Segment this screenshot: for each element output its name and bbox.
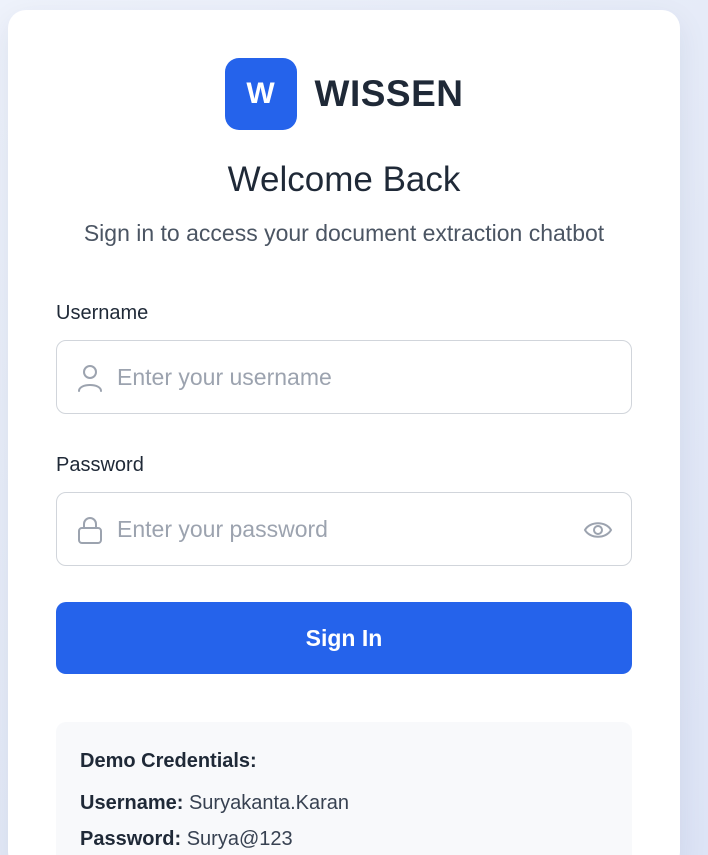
logo-letter: W	[246, 77, 275, 110]
sign-in-button[interactable]: Sign In	[56, 602, 632, 674]
brand-name: WISSEN	[314, 73, 464, 114]
demo-username-value: Suryakanta.Karan	[188, 792, 350, 814]
username-input[interactable]	[117, 353, 557, 401]
demo-password: Password: Surya@123	[80, 828, 293, 851]
user-icon	[78, 365, 102, 392]
demo-username: Username: Suryakanta.Karan	[80, 792, 349, 815]
lock-icon	[78, 517, 102, 544]
password-field[interactable]	[56, 492, 632, 566]
username-label: Username	[56, 302, 149, 324]
username-field[interactable]	[56, 340, 632, 414]
page-subtitle: Sign in to access your document extracti…	[83, 220, 605, 246]
password-input[interactable]	[117, 505, 557, 553]
password-label: Password	[56, 454, 144, 476]
demo-username-label: Username:	[80, 792, 184, 814]
demo-password-label: Password:	[80, 828, 182, 850]
demo-credentials-panel: Demo Credentials: Username: Suryakanta.K…	[56, 722, 632, 855]
login-card: W WISSEN Welcome Back Sign in to access …	[8, 10, 680, 855]
page-title: Welcome Back	[227, 160, 461, 199]
demo-title: Demo Credentials:	[80, 750, 257, 772]
eye-icon[interactable]	[583, 517, 613, 543]
brand: W WISSEN	[8, 58, 680, 130]
logo: W	[224, 58, 297, 130]
demo-password-value: Surya@123	[186, 828, 293, 850]
